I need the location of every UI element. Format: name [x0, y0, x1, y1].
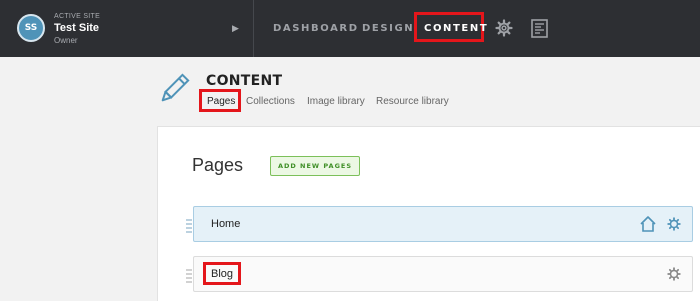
home-icon[interactable] — [639, 215, 657, 233]
gear-icon[interactable] — [495, 19, 513, 37]
document-icon[interactable] — [531, 19, 548, 38]
page-row-label: Home — [211, 218, 241, 230]
drag-handle-icon[interactable] — [186, 267, 192, 283]
pages-highlight-box — [199, 89, 241, 112]
drag-handle-icon[interactable] — [186, 217, 192, 233]
caret-right-icon[interactable]: ▶ — [232, 23, 239, 34]
nav-design[interactable]: DESIGN — [362, 23, 414, 34]
active-site-label: ACTIVE SITE — [54, 13, 101, 20]
blog-highlight-box — [203, 262, 241, 285]
top-bar: SS ACTIVE SITE Test Site Owner ▶ DASHBOA… — [0, 0, 700, 57]
page-row-home[interactable]: Home — [186, 206, 693, 242]
page-title: CONTENT — [206, 73, 283, 89]
nav-content[interactable]: CONTENT — [424, 23, 488, 34]
pencil-icon — [161, 73, 190, 102]
site-role: Owner — [54, 36, 78, 45]
page-row-blog[interactable]: Blog — [186, 256, 693, 292]
active-site-selector[interactable]: SS ACTIVE SITE Test Site Owner ▶ — [0, 0, 254, 57]
gear-icon[interactable] — [667, 267, 681, 281]
subnav-image-library[interactable]: Image library — [307, 96, 365, 107]
gear-icon[interactable] — [667, 217, 681, 231]
subnav-collections[interactable]: Collections — [246, 96, 295, 107]
add-new-pages-button[interactable]: ADD NEW PAGES — [270, 156, 360, 176]
nav-dashboard[interactable]: DASHBOARD — [273, 23, 359, 34]
pages-heading: Pages — [192, 155, 244, 175]
subnav-resource-library[interactable]: Resource library — [376, 96, 449, 107]
site-avatar: SS — [17, 14, 45, 42]
site-name: Test Site — [54, 22, 100, 34]
